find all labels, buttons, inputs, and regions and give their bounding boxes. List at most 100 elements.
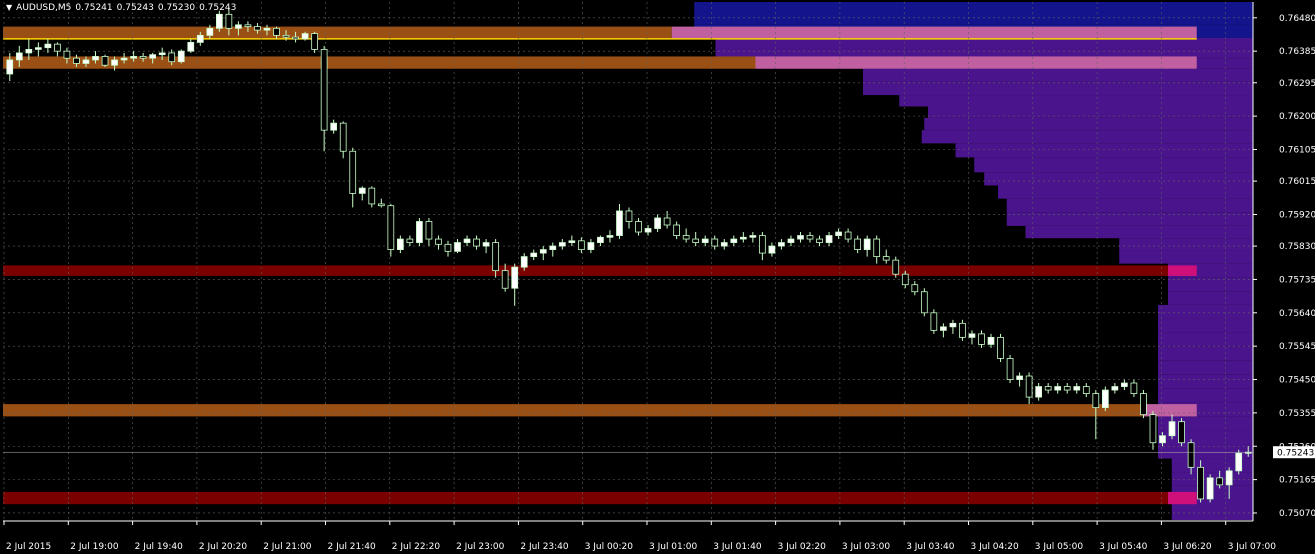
candle-body-bear [320,49,328,131]
candle-body-bull [1054,386,1062,391]
zone-orange [3,26,672,39]
x-tick-label: 2 Jul 20:20 [199,542,248,552]
candle [177,49,185,64]
zone-magenta [1168,491,1197,505]
candle-body-bear [63,50,71,59]
volume-profile-bar [998,185,1253,199]
candle-body-bull [825,235,833,243]
candle-body-bear [873,238,881,258]
ohlc-close: 0.75243 [199,3,237,13]
volume-profile-bar [694,12,1253,25]
candle [892,256,900,278]
x-tick-label: 2 Jul 2015 [6,542,51,552]
candle-body-bull [511,266,519,289]
candle-body-bull [749,235,757,238]
candle-body-bear [1149,414,1157,444]
candle-body-bull [92,56,99,61]
candle-body-bull [701,238,709,243]
volume-profile-bar [863,68,1253,82]
volume-profile-bar [955,143,1253,158]
candle-body-bear [663,217,671,226]
candle-body-bear [444,243,452,252]
candle-body-bull [1235,452,1243,472]
candle-body-bull [549,245,557,250]
candle-body-bull [558,242,566,247]
candle-body-bull [82,59,90,64]
candle-body-bear [1197,466,1204,500]
candle-body-bull [330,122,338,131]
candle-body-bear [349,150,357,194]
x-tick-label: 3 Jul 00:20 [585,542,634,552]
zone-pink [755,56,1197,69]
volume-profile-bar [694,2,1253,13]
candle [368,186,376,208]
x-tick-label: 2 Jul 22:20 [392,542,441,552]
candle-body-bear [1044,386,1052,391]
candle-body-bull [44,43,52,49]
candle-body-bear [854,238,861,250]
candle-body-bear [311,33,318,50]
candle [1101,386,1109,412]
price-chart[interactable]: 0.76480 0.76385 0.76295 0.76200 0.76105 0.760… [0,0,1315,554]
candle-body-bear [673,224,680,236]
candle-body-bull [539,249,547,254]
volume-profile-bar [921,130,1253,144]
volume-profile-bar [1158,318,1253,333]
candle-body-bull [1168,421,1176,437]
candle-body-bear [425,221,433,240]
candle-body-bear [1130,382,1138,394]
candle-body-bull [949,322,957,328]
candle-body-bear [492,242,499,272]
candle [387,203,395,257]
candle-body-bear [1178,421,1185,444]
candle-body-bear [1006,358,1014,380]
x-tick-label: 3 Jul 06:20 [1163,542,1212,552]
y-tick-label: 0.76385 [1279,47,1315,57]
candle-body-bear [997,336,1004,359]
volume-profile-bar [1119,238,1253,251]
volume-profile-bar [1158,374,1253,389]
candle-body-bull [1035,386,1043,398]
candle-body-bear [711,238,719,247]
chart-window[interactable]: 0.76480 0.76385 0.76295 0.76200 0.76105 0.760… [0,0,1315,554]
candle-body-bear [282,34,290,38]
volume-profile-bar [1006,198,1253,213]
candle-body-bull [206,27,214,36]
candle-body-bear [882,256,890,261]
candle-body-bear [1092,393,1100,409]
candle-body-bear [406,238,414,243]
current-price-label: 0.75243 [1277,449,1314,459]
chart-title-bar: ▼ AUDUSD,M5 0.75241 0.75243 0.75230 0.75243 [6,3,240,13]
x-tick-label: 2 Jul 23:40 [520,542,569,552]
candle-body-bull [215,13,223,29]
candle [959,319,966,341]
y-tick-label: 0.75830 [1279,242,1315,252]
x-tick-label: 2 Jul 21:40 [328,542,377,552]
candle-body-bull [1225,470,1233,486]
candle-body-bear [501,270,509,289]
candle-body-bear [959,322,966,338]
candle [930,309,938,334]
candle-body-bull [654,217,661,229]
volume-profile-bar [974,157,1253,173]
x-tick-label: 2 Jul 19:00 [70,542,119,552]
x-tick-label: 3 Jul 05:00 [1035,542,1084,552]
triangle-down-icon[interactable]: ▼ [6,3,12,12]
x-tick-label: 2 Jul 21:00 [263,542,312,552]
y-tick-label: 0.76105 [1279,145,1315,155]
candle-body-bear [901,273,909,286]
candle-body-bull [778,242,785,247]
candle-body-bull [235,24,242,29]
x-tick-label: 2 Jul 19:40 [135,542,184,552]
zone-orange [3,404,1143,417]
candle-body-bull [1159,435,1166,444]
candle-body-bear [1187,442,1195,468]
volume-profile-bar [1158,332,1253,347]
y-tick-label: 0.75450 [1279,376,1315,386]
candle-body-bear [168,52,176,63]
candle-body-bull [606,235,614,238]
candle [311,31,318,53]
candle-body-bull [397,238,404,250]
candle-body-bull [597,236,604,243]
candle-body-bull [130,56,137,59]
